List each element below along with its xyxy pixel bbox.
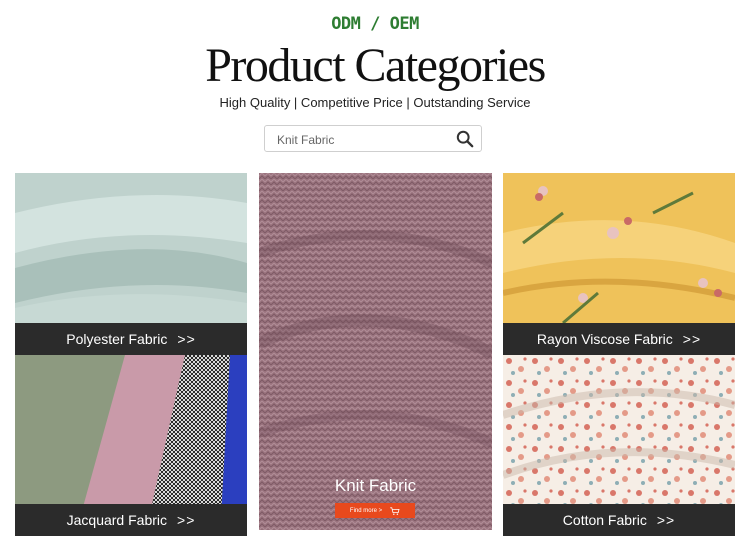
arrow-icon: >> — [682, 331, 702, 347]
category-label-bar[interactable]: Jacquard Fabric >> — [15, 504, 247, 536]
find-more-label: Find more > — [349, 507, 383, 514]
category-label-bar[interactable]: Rayon Viscose Fabric >> — [503, 323, 735, 355]
category-label-bar[interactable]: Cotton Fabric >> — [503, 504, 735, 536]
category-label: Rayon Viscose Fabric — [536, 331, 673, 347]
arrow-icon: >> — [177, 331, 196, 347]
arrow-icon: >> — [656, 512, 676, 528]
category-label-bar[interactable]: Polyester Fabric >> — [15, 323, 247, 355]
category-label: Knit Fabric — [334, 476, 417, 495]
page-title: Product Categories — [205, 39, 546, 92]
category-label: Polyester Fabric — [66, 331, 168, 347]
category-card-polyester[interactable]: Polyester Fabric >> — [15, 173, 247, 355]
category-card-rayon-viscose[interactable]: Rayon Viscose Fabric >> — [503, 173, 735, 355]
cart-icon — [390, 506, 400, 515]
arrow-icon: >> — [177, 512, 196, 528]
search-icon[interactable] — [456, 130, 474, 148]
category-card-knit[interactable]: Knit Fabric Find more > — [259, 173, 492, 530]
search-box — [264, 125, 482, 152]
find-more-button[interactable]: Find more > — [335, 503, 415, 518]
category-card-cotton[interactable]: Cotton Fabric >> — [503, 355, 735, 536]
category-label: Cotton Fabric — [562, 512, 647, 528]
category-label: Jacquard Fabric — [66, 512, 168, 528]
tagline: ODM / OEM — [331, 14, 419, 34]
search-input[interactable] — [275, 130, 459, 150]
category-card-jacquard[interactable]: Jacquard Fabric >> — [15, 355, 247, 536]
page-subtitle: High Quality | Competitive Price | Outst… — [219, 95, 531, 110]
